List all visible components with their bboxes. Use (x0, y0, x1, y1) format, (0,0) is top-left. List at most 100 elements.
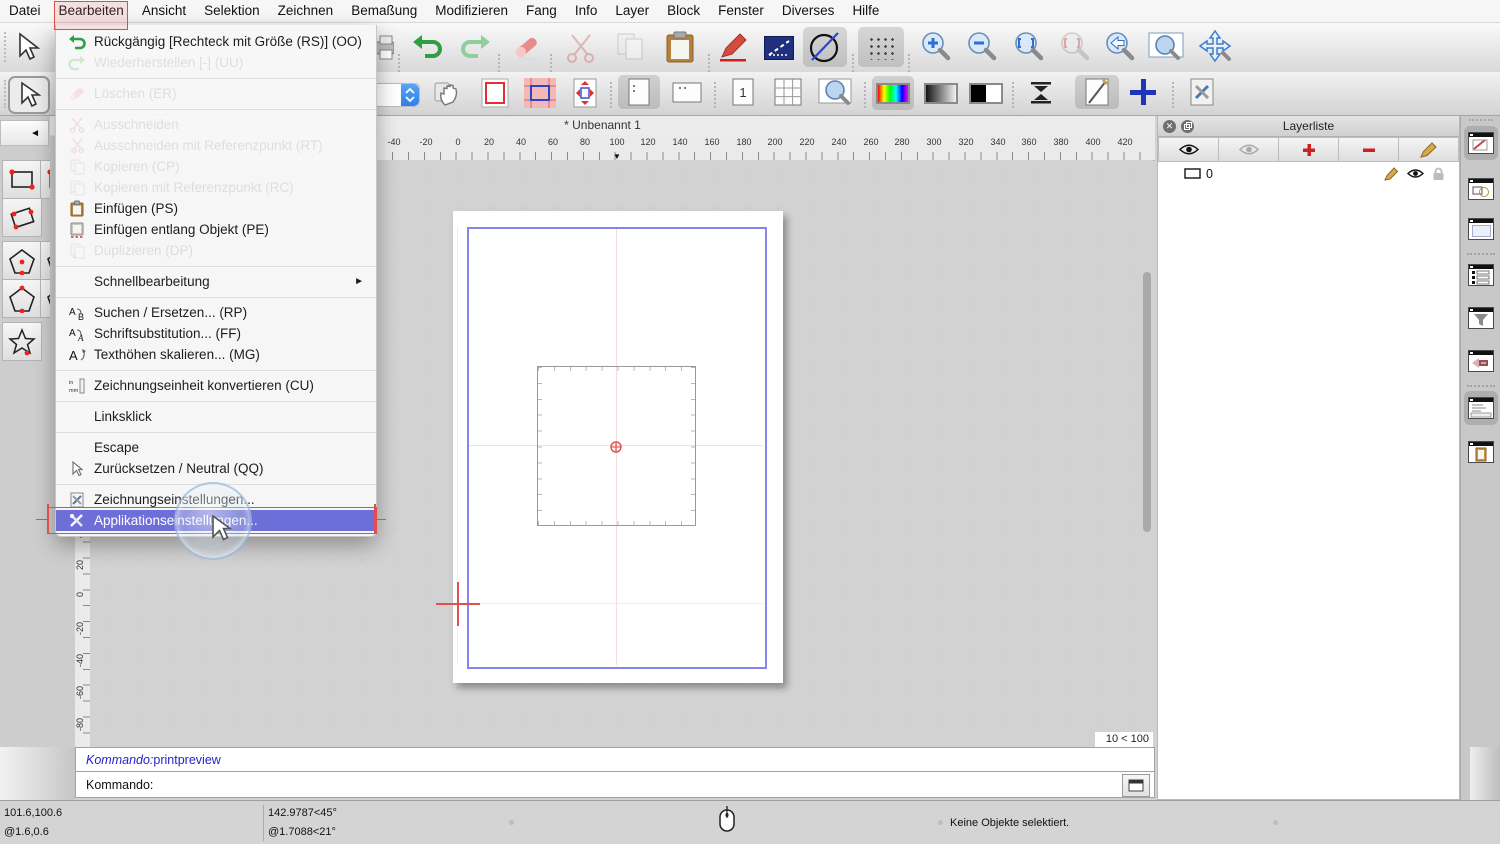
menu-item-applikationseinstellungen[interactable]: Applikationseinstellungen... (56, 510, 376, 531)
selection-pointer-icon[interactable] (8, 27, 46, 67)
eraser-icon[interactable] (506, 27, 546, 67)
undo-icon[interactable] (408, 27, 448, 67)
layer-list-panel-button[interactable] (1464, 126, 1498, 160)
command-options-button[interactable] (1122, 774, 1150, 797)
auto-fit-icon[interactable] (566, 76, 604, 110)
menu-item-linksklick[interactable]: Linksklick (56, 406, 376, 427)
close-icon[interactable]: ✕ (1163, 119, 1176, 133)
add-layer-icon[interactable] (1279, 137, 1339, 162)
hairline-mode-icon[interactable] (1020, 76, 1062, 110)
color-mode-icon[interactable] (872, 76, 914, 110)
menu-item-ausschneiden[interactable]: Ausschneiden (56, 114, 376, 135)
zoom-page-icon[interactable] (813, 75, 859, 109)
page-pencil-icon[interactable] (1075, 75, 1119, 109)
command-input-row[interactable]: Kommando: (75, 772, 1155, 798)
menu-item-undo[interactable]: Rückgängig [Rechteck mit Größe (RS)] (OO… (56, 31, 376, 52)
draft-mode-icon[interactable] (803, 27, 847, 67)
menu-zeichnen[interactable]: Zeichnen (269, 0, 343, 22)
star-tool[interactable] (2, 322, 42, 361)
polygon-vertices-tool[interactable] (2, 279, 42, 318)
zoom-previous-icon[interactable] (1100, 27, 1140, 67)
menu-diverses[interactable]: Diverses (773, 0, 844, 22)
menu-modifizieren[interactable]: Modifizieren (426, 0, 517, 22)
edit-pencil-icon[interactable] (1384, 166, 1399, 181)
menu-item-schnellbearbeitung[interactable]: Schnellbearbeitung ► (56, 271, 376, 292)
selection-filter-panel-button[interactable] (1464, 301, 1498, 335)
zoom-window-icon[interactable] (1144, 27, 1190, 67)
property-editor-panel-button[interactable] (1464, 258, 1498, 292)
landscape-icon[interactable] (666, 75, 708, 109)
grid-icon[interactable] (858, 27, 904, 67)
menu-item-kopieren-ref[interactable]: + Kopieren mit Referenzpunkt (RC) (56, 177, 376, 198)
toolbar-grip[interactable] (4, 32, 6, 62)
copy-icon[interactable] (610, 27, 652, 67)
menu-item-einfuegen-entlang[interactable]: Einfügen entlang Objekt (PE) (56, 219, 376, 240)
zoom-selection-icon[interactable] (1054, 27, 1096, 67)
visible-eye-icon[interactable] (1407, 168, 1424, 179)
menu-item-duplizieren[interactable]: Duplizieren (DP) (56, 240, 376, 261)
menu-fenster[interactable]: Fenster (709, 0, 773, 22)
measure-scale-icon[interactable] (758, 28, 800, 68)
selection-pointer-active-icon[interactable] (8, 76, 50, 114)
menu-block[interactable]: Block (658, 0, 709, 22)
menu-item-schriftsubstitution[interactable]: AA Schriftsubstitution... (FF) (56, 323, 376, 344)
pencil-icon[interactable] (714, 27, 754, 67)
menu-fang[interactable]: Fang (517, 0, 566, 22)
menu-item-zeichnungseinheit[interactable]: in mm Zeichnungseinheit konvertieren (CU) (56, 375, 376, 396)
blackwhite-mode-icon[interactable] (965, 76, 1007, 110)
remove-layer-icon[interactable] (1339, 137, 1399, 162)
menu-item-kopieren[interactable]: Kopieren (CP) (56, 156, 376, 177)
menu-item-suchen-ersetzen[interactable]: AB Suchen / Ersetzen... (RP) (56, 302, 376, 323)
scale-select[interactable] (372, 78, 420, 112)
menu-selektion[interactable]: Selektion (195, 0, 269, 22)
menu-item-zeichnungseinstellungen[interactable]: Zeichnungseinstellungen... (56, 489, 376, 510)
paper-border-icon[interactable] (476, 76, 514, 110)
paste-icon[interactable] (658, 27, 702, 67)
portrait-icon[interactable] (618, 75, 660, 109)
dock-grip[interactable] (1469, 119, 1493, 121)
multi-page-icon[interactable] (768, 75, 808, 109)
crosshair-icon[interactable] (1122, 75, 1164, 109)
vertical-scrollbar[interactable] (1143, 272, 1151, 532)
float-panel-icon[interactable] (1181, 119, 1194, 133)
zoom-auto-icon[interactable] (1194, 27, 1236, 67)
cut-icon[interactable] (560, 27, 602, 67)
clipboard-panel-button[interactable] (1464, 435, 1498, 469)
redo-icon[interactable] (455, 27, 495, 67)
hide-all-layers-icon[interactable] (1219, 137, 1279, 162)
zoom-in-icon[interactable] (916, 27, 956, 67)
menu-bearbeiten[interactable]: Bearbeiten (50, 0, 133, 22)
single-page-icon[interactable]: 1 (724, 75, 762, 109)
grayscale-mode-icon[interactable] (920, 76, 962, 110)
lock-icon[interactable] (1432, 167, 1445, 181)
show-all-layers-icon[interactable] (1158, 137, 1219, 162)
command-line-panel-button[interactable] (1464, 391, 1498, 425)
menu-ansicht[interactable]: Ansicht (133, 0, 195, 22)
library-browser-panel-button[interactable] (1464, 212, 1498, 246)
settings-page-icon[interactable] (1180, 75, 1224, 109)
menu-bemassung[interactable]: Bemaßung (342, 0, 426, 22)
pan-hand-icon[interactable] (428, 76, 468, 110)
menu-item-zuruecksetzen[interactable]: Zurücksetzen / Neutral (QQ) (56, 458, 376, 479)
menu-layer[interactable]: Layer (606, 0, 658, 22)
menu-item-escape[interactable]: Escape (56, 437, 376, 458)
zoom-out-icon[interactable] (962, 27, 1002, 67)
menu-hilfe[interactable]: Hilfe (843, 0, 888, 22)
rotated-rectangle-tool[interactable] (2, 198, 42, 237)
collapse-panel-button[interactable]: ◄ (0, 120, 49, 146)
margins-icon[interactable] (520, 76, 560, 110)
zoom-fit-icon[interactable] (1008, 27, 1050, 67)
rectangle-size-tool[interactable] (2, 160, 42, 199)
toolbar-grip[interactable] (4, 80, 6, 108)
menu-item-einfuegen[interactable]: Einfügen (PS) (56, 198, 376, 219)
block-list-panel-button[interactable] (1464, 172, 1498, 206)
menu-item-texthoehen[interactable]: A Texthöhen skalieren... (MG) (56, 344, 376, 365)
menu-datei[interactable]: Datei (0, 0, 50, 22)
menu-info[interactable]: Info (566, 0, 607, 22)
menu-item-redo[interactable]: Wiederherstellen [-] (UU) (56, 52, 376, 73)
menu-item-ausschneiden-ref[interactable]: + Ausschneiden mit Referenzpunkt (RT) (56, 135, 376, 156)
layer-row[interactable]: 0 (1158, 162, 1459, 185)
command-widget-panel-button[interactable] (1464, 344, 1498, 378)
polygon-center-tool[interactable] (2, 241, 42, 280)
edit-layer-icon[interactable] (1399, 137, 1459, 162)
